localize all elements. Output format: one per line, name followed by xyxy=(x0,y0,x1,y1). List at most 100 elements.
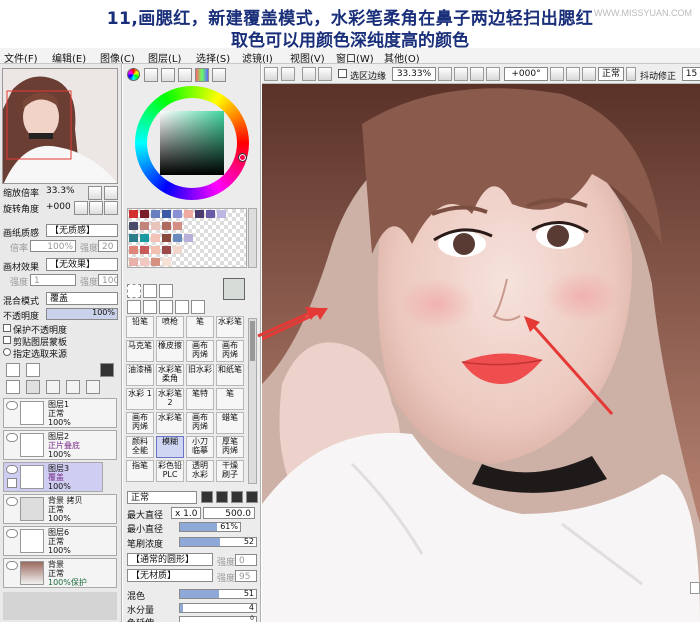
zoom-tool-icon[interactable] xyxy=(143,300,157,314)
brush-cell[interactable]: 水彩笔 柔角 xyxy=(156,364,184,386)
max-diameter-scale[interactable]: x 1.0 xyxy=(171,507,201,519)
brush-cell[interactable]: 笔特 xyxy=(186,388,214,410)
zoom-select[interactable]: 33.33% xyxy=(392,67,436,81)
brush-cell[interactable]: 小刀 临摹 xyxy=(186,436,214,458)
merge-down-icon[interactable] xyxy=(26,380,40,394)
rotate-reset-icon[interactable] xyxy=(104,201,118,215)
brush-cell[interactable]: 水彩笔 2 xyxy=(156,388,184,410)
selection-fill-icon[interactable] xyxy=(318,67,332,81)
max-diameter-value[interactable]: 500.0 xyxy=(203,507,255,519)
brush-shape-soft-icon[interactable] xyxy=(231,491,243,503)
swatch-scrollbar[interactable] xyxy=(248,208,257,268)
zoom-out-icon[interactable] xyxy=(88,186,102,200)
layer-item[interactable]: 背景 拷贝 正常 100% xyxy=(3,494,117,524)
protect-opacity-checkbox[interactable] xyxy=(3,324,11,332)
navigator-thumbnail[interactable] xyxy=(2,68,118,184)
canvas-area[interactable] xyxy=(262,84,700,622)
brush-cell[interactable]: 画布 丙烯 xyxy=(126,412,154,434)
opacity-slider[interactable]: 100% xyxy=(46,308,118,320)
foreground-color-swatch[interactable] xyxy=(223,278,245,300)
brush-texture-select[interactable]: 【无材质】 xyxy=(127,569,213,582)
new-layer-icon[interactable] xyxy=(6,363,20,377)
rgb-slider-icon[interactable] xyxy=(144,68,158,82)
brush-cell[interactable]: 画布 丙烯 xyxy=(216,340,244,362)
zoom-in-tb-icon[interactable] xyxy=(454,67,468,81)
color-swatches[interactable] xyxy=(127,208,247,268)
menu-other[interactable]: 其他(O) xyxy=(384,50,420,65)
brush-cell[interactable]: 旧水彩 xyxy=(186,364,214,386)
clipping-mask-checkbox[interactable] xyxy=(3,336,11,344)
paper-scale-value[interactable]: 100% xyxy=(30,240,76,252)
brush-mode-select[interactable]: 正常 xyxy=(127,491,197,504)
menu-file[interactable]: 文件(F) xyxy=(4,50,38,65)
paper-width-value[interactable]: 1 xyxy=(30,274,76,286)
saturation-value-square[interactable] xyxy=(160,111,224,175)
brush-cell[interactable]: 模糊 xyxy=(156,436,184,458)
paper-strength-value[interactable]: 20 xyxy=(98,240,118,252)
brush-cell[interactable]: 透明 水彩 xyxy=(186,460,214,482)
brush-cell[interactable]: 水彩笔 xyxy=(156,412,184,434)
zoom-reset-icon[interactable] xyxy=(486,67,500,81)
brush-lock-icon[interactable] xyxy=(7,478,17,488)
layer-item-selected[interactable]: 图层3 覆盖 100% xyxy=(3,462,103,492)
flip-mode-select[interactable]: 正常 xyxy=(598,67,624,81)
shape-strength-value[interactable]: 0 xyxy=(235,554,257,566)
brush-cell[interactable]: 铅笔 xyxy=(126,316,154,338)
brush-cell[interactable]: 和纸笔 xyxy=(216,364,244,386)
eye-icon[interactable] xyxy=(6,465,18,474)
hsv-slider-icon[interactable] xyxy=(161,68,175,82)
new-layer-folder-icon[interactable] xyxy=(26,363,40,377)
lasso-icon[interactable] xyxy=(143,284,157,298)
eye-icon[interactable] xyxy=(6,401,18,410)
density-slider[interactable]: 52 xyxy=(179,537,257,547)
brush-cell[interactable]: 笔 xyxy=(216,388,244,410)
paper-texture-select[interactable]: 【无质感】 xyxy=(46,224,118,237)
merge-visible-icon[interactable] xyxy=(86,380,100,394)
selection-invert-icon[interactable] xyxy=(281,67,295,81)
clear-layer-icon[interactable] xyxy=(46,380,60,394)
canvas-scroll-corner[interactable] xyxy=(690,582,700,594)
min-diameter-slider[interactable]: 61% xyxy=(179,522,241,532)
menu-image[interactable]: 图像(C) xyxy=(100,50,135,65)
swatches-icon[interactable] xyxy=(195,68,209,82)
magic-wand-icon[interactable] xyxy=(159,284,173,298)
selection-clear-icon[interactable] xyxy=(302,67,316,81)
paper-strength2-value[interactable]: 100 xyxy=(98,274,118,286)
brush-cell[interactable]: 笔 xyxy=(186,316,214,338)
rotate-tool-icon[interactable] xyxy=(159,300,173,314)
brush-cell[interactable]: 喷枪 xyxy=(156,316,184,338)
layer-item[interactable]: 图层1 正常 100% xyxy=(3,398,117,428)
menu-select[interactable]: 选择(S) xyxy=(196,50,230,65)
zoom-fit-icon[interactable] xyxy=(470,67,484,81)
mode-dropdown-icon[interactable] xyxy=(626,67,636,81)
rotate-reset-tb-icon[interactable] xyxy=(582,67,596,81)
copy-layer-icon[interactable] xyxy=(6,380,20,394)
menu-edit[interactable]: 编辑(E) xyxy=(52,50,86,65)
angle-select[interactable]: +000° xyxy=(504,67,548,81)
layer-item[interactable]: 图层2 正片叠底 100% xyxy=(3,430,117,460)
paper-effect-select[interactable]: 【无效果】 xyxy=(46,258,118,271)
brush-grid-scrollbar[interactable] xyxy=(248,318,257,484)
persist-slider[interactable]: 0 xyxy=(179,616,257,622)
rotate-right-icon[interactable] xyxy=(89,201,103,215)
brush-cell[interactable]: 蜡笔 xyxy=(216,412,244,434)
rotate-cw-icon[interactable] xyxy=(566,67,580,81)
scratchpad-icon[interactable] xyxy=(212,68,226,82)
color-wheel-mode-icon[interactable] xyxy=(127,68,140,81)
brush-cell[interactable]: 画布 丙烯 xyxy=(186,412,214,434)
rotate-left-icon[interactable] xyxy=(74,201,88,215)
blend-mode-select[interactable]: 覆盖 xyxy=(46,292,118,305)
brush-cell[interactable]: 颜料 全能 xyxy=(126,436,154,458)
brush-shape-mid-icon[interactable] xyxy=(216,491,228,503)
menu-filter[interactable]: 滤镜(I) xyxy=(242,50,273,65)
brush-cell[interactable]: 厚笔 丙烯 xyxy=(216,436,244,458)
color-mix-icon[interactable] xyxy=(178,68,192,82)
blend-slider[interactable]: 51 xyxy=(179,589,257,599)
brush-cell[interactable]: 画布 丙烯 xyxy=(186,340,214,362)
rect-select-icon[interactable] xyxy=(127,284,141,298)
brush-cell[interactable]: 水彩 1 xyxy=(126,388,154,410)
hand-tool-icon[interactable] xyxy=(175,300,189,314)
zoom-out-tb-icon[interactable] xyxy=(438,67,452,81)
layer-mask-icon[interactable] xyxy=(100,363,114,377)
brush-cell[interactable]: 橡皮擦 xyxy=(156,340,184,362)
